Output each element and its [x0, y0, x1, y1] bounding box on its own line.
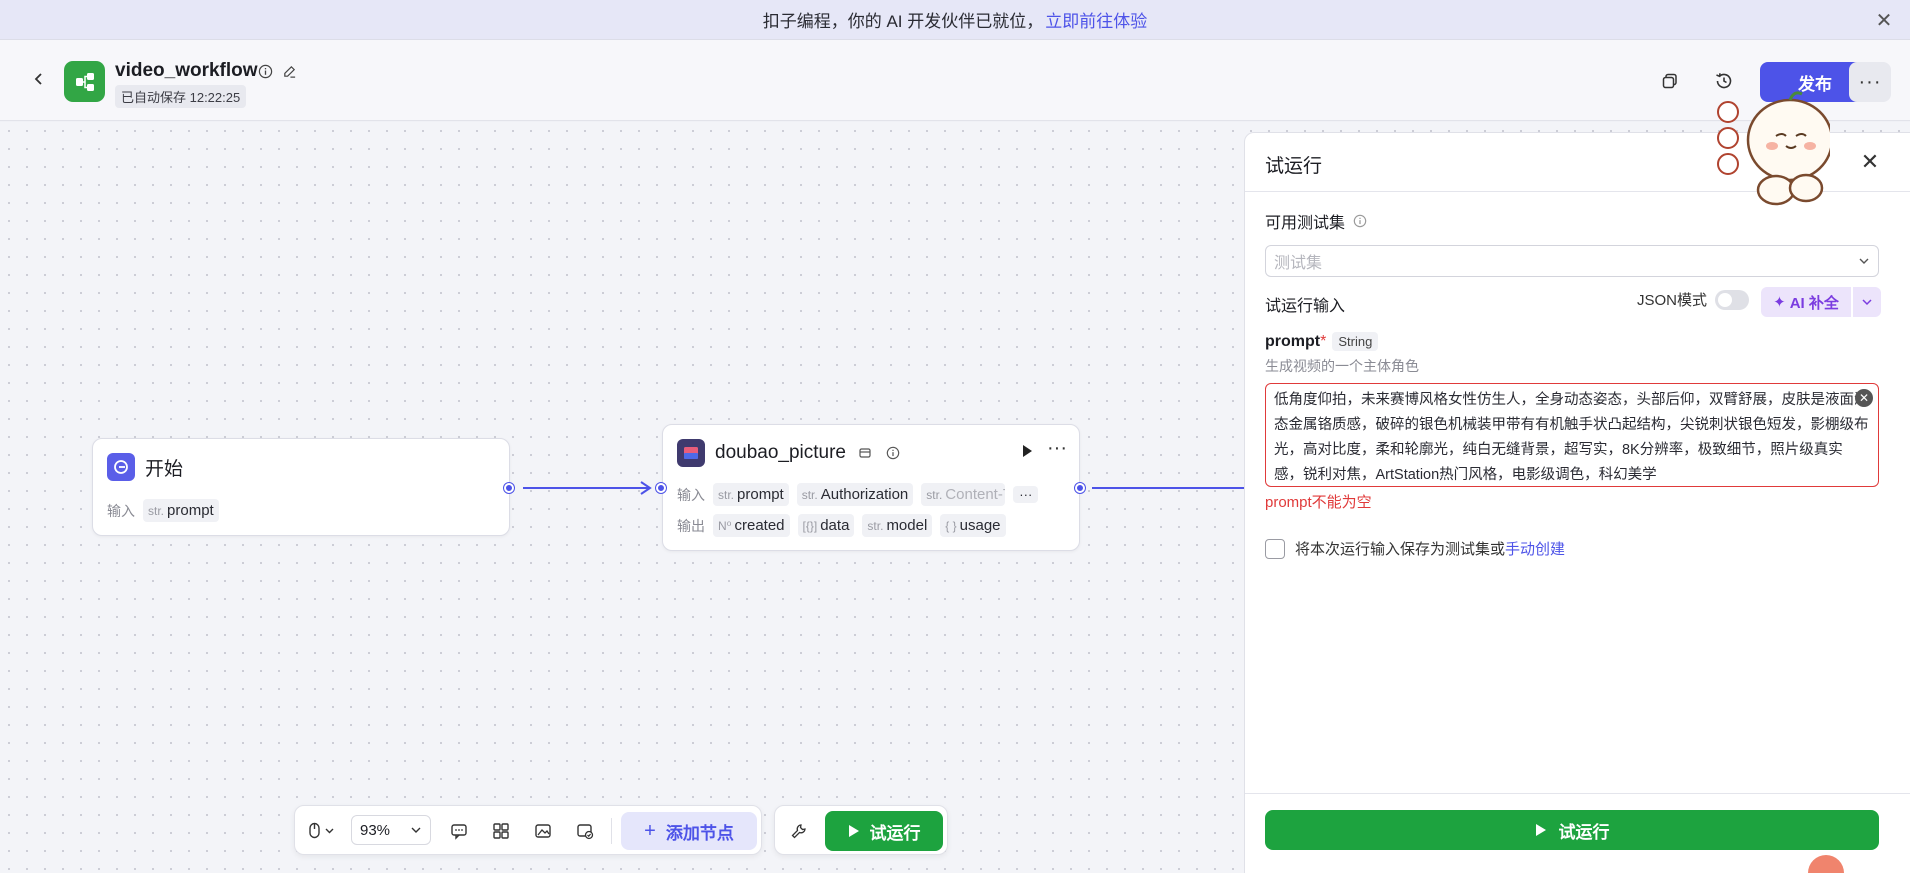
- panel-footer-divider: [1245, 793, 1910, 794]
- start-output-port[interactable]: [504, 483, 514, 493]
- node-info-icon[interactable]: [884, 444, 902, 462]
- save-testset-checkbox[interactable]: [1265, 538, 1285, 559]
- doubao-output-tag: N⁰ created: [713, 514, 790, 537]
- play-icon: [1535, 824, 1546, 836]
- close-icon[interactable]: ✕: [1872, 8, 1896, 32]
- panel-run-label: 试运行: [1558, 822, 1610, 842]
- more-options-button[interactable]: ···: [1849, 62, 1891, 102]
- doubao-output-tag: str. model: [862, 514, 933, 537]
- run-toolbar: 试运行: [774, 805, 948, 855]
- workflow-title: video_workflow: [115, 60, 258, 81]
- play-icon: [848, 825, 859, 837]
- save-testset-text: 将本次运行输入保存为测试集或: [1295, 541, 1506, 558]
- chevron-down-icon: [411, 827, 421, 833]
- mouse-mode-icon[interactable]: [305, 819, 341, 843]
- start-node[interactable]: 开始 输入 str. prompt: [92, 438, 510, 536]
- start-node-title: 开始: [145, 458, 184, 480]
- manual-create-link[interactable]: 手动创建: [1505, 541, 1565, 558]
- storage-icon: [856, 444, 874, 462]
- close-icon[interactable]: ✕: [1857, 149, 1883, 175]
- doubao-node-title: doubao_picture: [715, 442, 846, 463]
- run-input-label: 试运行输入: [1265, 298, 1346, 315]
- required-mark: *: [1320, 332, 1327, 350]
- edit-icon[interactable]: [280, 62, 298, 80]
- doubao-output-tag: { } usage: [940, 514, 1006, 537]
- doubao-output-label: 输出: [677, 517, 705, 534]
- info-icon[interactable]: [1351, 212, 1369, 230]
- validation-error: prompt不能为空: [1265, 494, 1372, 511]
- sparkle-icon: ✦: [1773, 294, 1786, 311]
- test-run-button[interactable]: 试运行: [825, 811, 943, 851]
- doubao-output-tag: [{}] data: [797, 514, 855, 537]
- ai-fill-dropdown[interactable]: [1853, 287, 1881, 317]
- chevron-down-icon: [1862, 299, 1872, 306]
- doubao-input-port[interactable]: [656, 483, 666, 493]
- doubao-input-label: 输入: [677, 486, 705, 503]
- toolbar-divider: [611, 818, 612, 844]
- plus-icon: +: [644, 819, 656, 842]
- zoom-select[interactable]: 93%: [351, 815, 431, 845]
- start-node-icon: [107, 453, 135, 481]
- doubao-input-tag: str.Content-T: [921, 483, 1006, 506]
- test-run-label: 试运行: [869, 823, 921, 843]
- check-image-icon[interactable]: [573, 819, 597, 843]
- clear-icon[interactable]: ✕: [1855, 389, 1873, 407]
- testset-label: 可用测试集: [1265, 215, 1346, 232]
- param-type-badge: String: [1332, 332, 1379, 351]
- workflow-app-icon: [64, 61, 105, 102]
- add-node-label: 添加节点: [665, 823, 734, 843]
- chevron-down-icon: [1859, 258, 1869, 264]
- doubao-picture-node[interactable]: doubao_picture ··· 输入 str. prompt str. Aut…: [662, 424, 1080, 551]
- canvas-toolbar: 93% + 添加节点: [294, 805, 762, 855]
- panel-title: 试运行: [1265, 156, 1323, 177]
- layout-icon[interactable]: [489, 819, 513, 843]
- edge-arrow-icon: [640, 481, 652, 495]
- testset-placeholder: 测试集: [1274, 255, 1323, 272]
- comment-icon[interactable]: [447, 819, 471, 843]
- banner-link[interactable]: 立即前往体验: [1045, 7, 1147, 32]
- add-node-button[interactable]: + 添加节点: [621, 812, 757, 850]
- zoom-value: 93%: [360, 821, 391, 839]
- doubao-input-tag: str. Authorization: [796, 483, 914, 506]
- json-mode-toggle[interactable]: [1715, 289, 1750, 310]
- more-inputs-button[interactable]: ···: [1013, 486, 1039, 503]
- edge-start-to-doubao: [523, 487, 650, 489]
- panel-run-button[interactable]: 试运行: [1265, 810, 1879, 850]
- node-more-icon[interactable]: ···: [1047, 437, 1067, 460]
- banner-text: 扣子编程，你的 AI 开发伙伴已就位，: [762, 12, 1044, 31]
- minimap-icon[interactable]: [531, 819, 555, 843]
- play-icon[interactable]: [1019, 443, 1035, 462]
- plugin-icon: [677, 439, 705, 467]
- workflow-header: video_workflow 已自动保存 12:22:25 发布: [0, 40, 1910, 121]
- start-input-tag: str. prompt: [143, 499, 219, 522]
- ai-fill-button[interactable]: ✦ AI 补全: [1761, 287, 1851, 317]
- param-name: prompt: [1265, 332, 1321, 350]
- announcement-banner: 扣子编程，你的 AI 开发伙伴已就位， 立即前往体验 ✕: [0, 0, 1910, 40]
- back-icon[interactable]: [26, 66, 52, 92]
- json-mode-label: JSON模式: [1637, 292, 1708, 309]
- ai-fill-label: AI 补全: [1789, 294, 1839, 312]
- doubao-output-port[interactable]: [1075, 483, 1085, 493]
- test-run-panel: 试运行 ✕ 可用测试集 测试集 试运行输入 JSON模式 ✦ AI 补全 pro…: [1244, 132, 1910, 873]
- edge-doubao-out: [1092, 487, 1244, 489]
- start-input-label: 输入: [107, 502, 135, 519]
- param-description: 生成视频的一个主体角色: [1265, 358, 1419, 374]
- testset-select[interactable]: 测试集: [1265, 245, 1879, 277]
- prompt-textarea[interactable]: 低角度仰拍，未来赛博风格女性仿生人，全身动态姿态，头部后仰，双臂舒展，皮肤是液面…: [1265, 383, 1879, 487]
- wrench-icon[interactable]: [787, 819, 811, 843]
- mascot-sticker: [1717, 91, 1830, 206]
- autosave-status: 已自动保存 12:22:25: [115, 85, 247, 108]
- doubao-input-tag: str. prompt: [713, 483, 789, 506]
- info-icon[interactable]: [256, 62, 274, 80]
- copy-icon[interactable]: [1653, 64, 1687, 98]
